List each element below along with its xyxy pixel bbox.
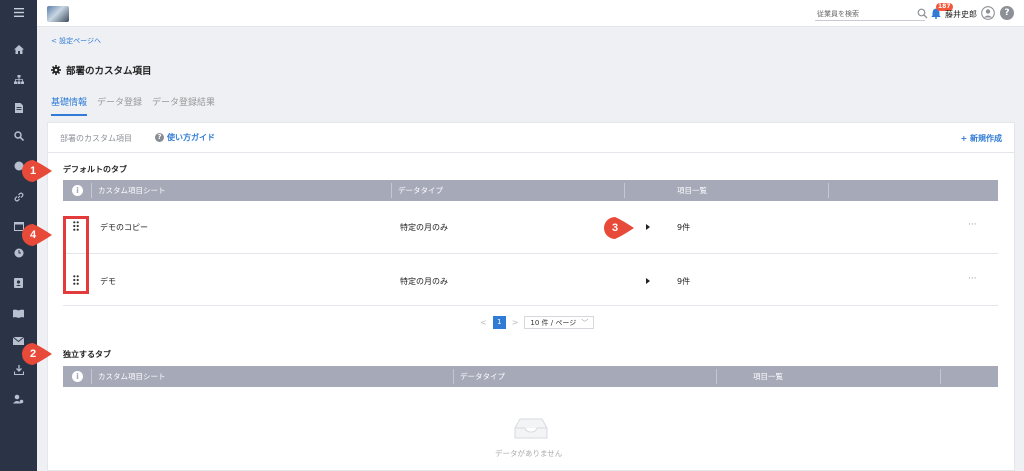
- pagination: < 1 > 10 件 / ページ ﹀: [480, 316, 595, 329]
- help-icon[interactable]: ?: [1000, 6, 1014, 20]
- back-to-settings-link[interactable]: < 設定ページへ: [51, 36, 101, 46]
- page-size-value: 10 件 / ページ: [530, 318, 577, 327]
- column-divider: [624, 183, 625, 198]
- empty-inbox-icon: [514, 418, 548, 439]
- info-icon[interactable]: i: [72, 185, 83, 196]
- column-divider: [453, 369, 454, 384]
- question-icon: ?: [155, 133, 164, 142]
- page-header: 部署のカスタム項目: [51, 63, 152, 77]
- top-bar: 従業員を検索 187 藤井史郎 ?: [37, 0, 1024, 27]
- column-divider: [828, 183, 829, 198]
- usage-guide-label: 使い方ガイド: [167, 133, 215, 142]
- callout-marker: 4: [22, 220, 52, 250]
- page-title: 部署のカスタム項目: [66, 66, 152, 77]
- chevron-down-icon: ﹀: [581, 318, 589, 327]
- column-header-data-type: データタイプ: [460, 372, 505, 381]
- panel-header: 部署のカスタム項目 ? 使い方ガイド + 新規作成: [48, 123, 1014, 153]
- independent-table-header: i カスタム項目シート データタイプ 項目一覧: [63, 366, 998, 387]
- callout-marker: 1: [22, 156, 52, 186]
- column-header-data-type: データタイプ: [398, 186, 443, 195]
- prev-page-button[interactable]: <: [480, 318, 487, 327]
- sheet-name[interactable]: デモのコピー: [100, 222, 148, 233]
- contact-card-icon[interactable]: [0, 275, 37, 291]
- gear-icon: [51, 65, 61, 75]
- info-icon[interactable]: i: [72, 371, 83, 382]
- user-settings-icon[interactable]: [0, 391, 37, 407]
- more-options-icon[interactable]: ···: [968, 220, 977, 230]
- company-logo[interactable]: [47, 6, 69, 22]
- tab-bar: 基礎情報 データ登録 データ登録結果: [51, 95, 215, 116]
- search-icon[interactable]: [0, 128, 37, 144]
- callout-number: 2: [29, 348, 37, 360]
- sheet-name[interactable]: デモ: [100, 276, 116, 287]
- default-table-header: i カスタム項目シート データタイプ 項目一覧: [63, 180, 998, 201]
- create-new-button[interactable]: + 新規作成: [961, 133, 1003, 144]
- column-header-sheet: カスタム項目シート: [98, 186, 166, 195]
- empty-state-text: データがありません: [495, 449, 563, 458]
- callout-number: 1: [29, 165, 37, 177]
- callout-number: 4: [29, 229, 37, 241]
- employee-search-input[interactable]: 従業員を検索: [815, 8, 925, 21]
- column-header-item-list: 項目一覧: [753, 372, 783, 381]
- table-row[interactable]: デモのコピー 特定の月のみ 9件 ···: [63, 202, 998, 254]
- link-icon[interactable]: [0, 189, 37, 205]
- callout-marker: 3: [604, 213, 634, 243]
- page-size-select[interactable]: 10 件 / ページ ﹀: [524, 316, 595, 329]
- org-chart-icon[interactable]: [0, 71, 37, 87]
- table-row[interactable]: デモ 特定の月のみ 9件 ···: [63, 254, 998, 306]
- item-count: 9件: [677, 277, 691, 286]
- user-avatar-icon[interactable]: [981, 6, 995, 20]
- callout-number: 3: [611, 222, 619, 234]
- column-divider: [940, 369, 941, 384]
- item-count: 9件: [677, 223, 691, 232]
- page-number-current[interactable]: 1: [492, 316, 506, 329]
- next-page-button[interactable]: >: [512, 318, 519, 327]
- column-divider: [91, 369, 92, 384]
- column-divider: [716, 369, 717, 384]
- independent-tabs-label: 独立するタブ: [63, 350, 111, 359]
- menu-icon[interactable]: [0, 4, 37, 20]
- tab-registration-results[interactable]: データ登録結果: [152, 95, 215, 116]
- search-icon[interactable]: [917, 8, 928, 19]
- expand-arrow-icon[interactable]: [646, 278, 650, 284]
- user-name[interactable]: 藤井史郎: [945, 9, 977, 20]
- tab-basic-info[interactable]: 基礎情報: [51, 95, 88, 116]
- usage-guide-link[interactable]: ? 使い方ガイド: [155, 132, 215, 143]
- more-options-icon[interactable]: ···: [968, 274, 977, 284]
- column-header-sheet: カスタム項目シート: [98, 372, 166, 381]
- column-header-item-list: 項目一覧: [677, 186, 707, 195]
- data-type-value: 特定の月のみ: [400, 277, 448, 286]
- default-tabs-label: デフォルトのタブ: [63, 165, 127, 174]
- book-icon[interactable]: [0, 305, 37, 321]
- home-icon[interactable]: [0, 41, 37, 57]
- column-divider: [91, 183, 92, 198]
- data-type-value: 特定の月のみ: [400, 223, 448, 232]
- column-divider: [391, 183, 392, 198]
- callout-marker: 2: [22, 339, 52, 369]
- panel-title: 部署のカスタム項目: [60, 134, 132, 143]
- tab-data-registration[interactable]: データ登録: [97, 95, 142, 116]
- expand-arrow-icon[interactable]: [646, 224, 650, 230]
- drag-handle-highlight: [63, 216, 89, 294]
- document-icon[interactable]: [0, 100, 37, 116]
